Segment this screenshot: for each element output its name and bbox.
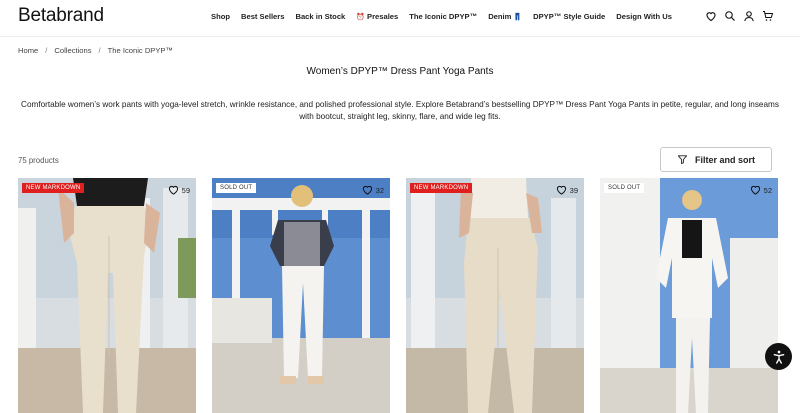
breadcrumb-collections[interactable]: Collections bbox=[54, 46, 91, 55]
accessibility-button[interactable] bbox=[765, 343, 792, 370]
account-icon[interactable] bbox=[743, 10, 755, 22]
like-count: 59 bbox=[181, 185, 190, 195]
nav-item-denim[interactable]: Denim 👖 bbox=[488, 12, 522, 21]
product-card[interactable]: SOLD OUT 32 bbox=[212, 178, 390, 413]
wishlist-button[interactable]: 32 bbox=[362, 185, 384, 195]
product-card[interactable]: NEW MARKDOWN 39 bbox=[406, 178, 584, 413]
breadcrumb: Home / Collections / The Iconic DPYP™ bbox=[18, 46, 173, 55]
product-image bbox=[212, 178, 390, 413]
heart-icon bbox=[362, 185, 372, 195]
sold-out-badge: SOLD OUT bbox=[216, 183, 257, 193]
markdown-badge: NEW MARKDOWN bbox=[410, 183, 473, 193]
heart-icon bbox=[556, 185, 566, 195]
breadcrumb-separator: / bbox=[45, 46, 48, 55]
site-header: Betabrand Shop Best Sellers Back in Stoc… bbox=[0, 0, 800, 37]
like-count: 52 bbox=[763, 185, 772, 195]
filter-sort-label: Filter and sort bbox=[694, 154, 755, 165]
filter-icon bbox=[677, 155, 688, 165]
wishlist-button[interactable]: 59 bbox=[168, 185, 190, 195]
heart-icon[interactable] bbox=[705, 10, 717, 22]
collection-description: Comfortable women’s work pants with yoga… bbox=[21, 100, 779, 121]
product-image bbox=[18, 178, 196, 413]
nav-item-design-with-us[interactable]: Design With Us bbox=[616, 12, 672, 21]
brand-logo[interactable]: Betabrand bbox=[18, 5, 104, 27]
product-count: 75 products bbox=[18, 156, 59, 165]
product-image bbox=[406, 178, 584, 413]
wishlist-button[interactable]: 52 bbox=[750, 185, 772, 195]
product-card[interactable]: NEW MARKDOWN 59 bbox=[18, 178, 196, 413]
nav-item-style-guide[interactable]: DPYP™ Style Guide bbox=[533, 12, 605, 21]
heart-icon bbox=[168, 185, 178, 195]
nav-item-iconic-dpyp[interactable]: The Iconic DPYP™ bbox=[409, 12, 477, 21]
breadcrumb-home[interactable]: Home bbox=[18, 46, 38, 55]
alarm-clock-icon: ⏰ bbox=[356, 13, 365, 21]
nav-item-best-sellers[interactable]: Best Sellers bbox=[241, 12, 284, 21]
breadcrumb-current: The Iconic DPYP™ bbox=[107, 46, 174, 55]
product-card[interactable]: SOLD OUT 52 bbox=[600, 178, 778, 413]
nav-item-back-in-stock[interactable]: Back in Stock bbox=[295, 12, 345, 21]
heart-icon bbox=[750, 185, 760, 195]
nav-item-presales[interactable]: ⏰ Presales bbox=[356, 12, 398, 21]
nav-item-shop[interactable]: Shop bbox=[211, 12, 230, 21]
cart-icon[interactable] bbox=[762, 10, 774, 22]
like-count: 32 bbox=[375, 185, 384, 195]
markdown-badge: NEW MARKDOWN bbox=[22, 183, 85, 193]
filter-sort-button[interactable]: Filter and sort bbox=[660, 147, 772, 172]
main-nav: Shop Best Sellers Back in Stock ⏰ Presale… bbox=[211, 12, 672, 21]
header-icons bbox=[705, 10, 774, 22]
jeans-icon: 👖 bbox=[513, 13, 523, 21]
product-image bbox=[600, 178, 778, 413]
sold-out-badge: SOLD OUT bbox=[604, 183, 645, 193]
breadcrumb-separator: / bbox=[98, 46, 101, 55]
like-count: 39 bbox=[569, 185, 578, 195]
accessibility-icon bbox=[773, 350, 784, 364]
search-icon[interactable] bbox=[724, 10, 736, 22]
wishlist-button[interactable]: 39 bbox=[556, 185, 578, 195]
page-title: Women’s DPYP™ Dress Pant Yoga Pants bbox=[306, 66, 494, 77]
